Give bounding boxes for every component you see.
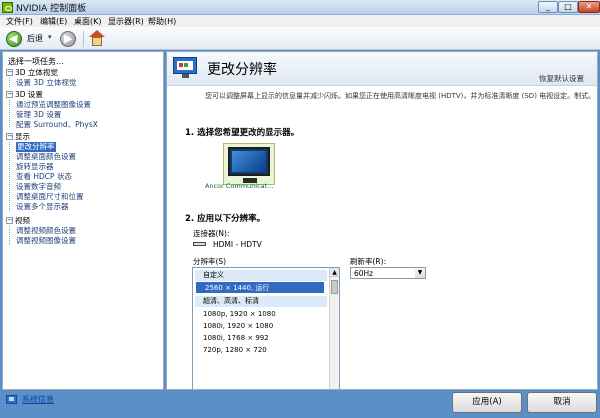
refresh-rate-value: 60Hz xyxy=(354,269,374,278)
tree-item-multiple-displays[interactable]: 设置多个显示器 xyxy=(16,202,69,212)
main-content: 更改分辨率 恢复默认设置 您可以调整屏幕上显示的信息量并减少闪烁。如果您正在使用… xyxy=(166,51,598,390)
menu-help[interactable]: 帮助(H) xyxy=(148,16,176,27)
tree-item-video-image[interactable]: 调整视频图像设置 xyxy=(16,236,76,246)
resolution-item[interactable]: 1080i, 1920 × 1080 xyxy=(203,321,273,331)
toolbar-separator xyxy=(83,31,84,47)
nvidia-logo-icon xyxy=(2,2,13,13)
monitor-name[interactable]: Ancor Communicat... xyxy=(205,182,273,190)
tree-item-change-resolution[interactable]: 更改分辨率 xyxy=(16,142,56,152)
home-icon xyxy=(89,30,105,37)
monitor-tile[interactable] xyxy=(223,143,275,185)
menu-bar: 文件(F) 编辑(E) 桌面(K) 显示器(R) 帮助(H) xyxy=(0,15,600,27)
connector-value: HDMI - HDTV xyxy=(213,240,262,249)
window-title: NVIDIA 控制面板 xyxy=(16,4,87,14)
tree-item-video-color[interactable]: 调整视频颜色设置 xyxy=(16,226,76,236)
home-button[interactable] xyxy=(89,30,105,47)
menu-desktop[interactable]: 桌面(K) xyxy=(74,16,102,27)
arrow-left-icon: ◀ xyxy=(9,32,18,45)
collapse-icon[interactable]: − xyxy=(6,69,13,76)
tree-item-hdcp-status[interactable]: 查看 HDCP 状态 xyxy=(16,172,72,182)
refresh-rate-label: 刷新率(R): xyxy=(350,257,387,266)
tree-item-setup-3d-stereo[interactable]: 设置 3D 立体视觉 xyxy=(16,78,76,88)
task-panel-header: 选择一项任务... xyxy=(8,57,64,66)
back-label[interactable]: 后退 xyxy=(27,33,43,44)
page-title: 更改分辨率 xyxy=(207,62,277,78)
back-button[interactable]: ◀ xyxy=(6,31,22,47)
connector-label: 连接器(N): xyxy=(193,229,230,238)
chevron-down-icon[interactable]: ▼ xyxy=(415,268,425,278)
menu-display[interactable]: 显示器(R) xyxy=(108,16,144,27)
arrow-right-icon: ▶ xyxy=(64,32,73,45)
tree-category-video[interactable]: − 视频 xyxy=(6,216,30,226)
resolution-item[interactable]: 720p, 1280 × 720 xyxy=(203,345,267,355)
resolution-item-selected[interactable]: 2560 × 1440, 运行 xyxy=(205,283,269,293)
toolbar: ◀ 后退 ▾ ▶ xyxy=(0,27,600,50)
scroll-up-icon[interactable]: ▲ xyxy=(330,268,339,277)
cancel-button[interactable]: 取消 xyxy=(527,392,597,413)
tree-item-manage-3d[interactable]: 管理 3D 设置 xyxy=(16,110,61,120)
monitor-icon xyxy=(228,147,270,176)
hdmi-icon xyxy=(193,242,206,246)
system-info-icon xyxy=(6,395,17,404)
tree-item-surround-physx[interactable]: 配置 Surround、PhysX xyxy=(16,120,98,130)
tree-item-rotate-display[interactable]: 旋转显示器 xyxy=(16,162,54,172)
resolution-item[interactable]: 1080i, 1768 × 992 xyxy=(203,333,269,343)
step-1-heading: 1. 选择您希望更改的显示器。 xyxy=(185,128,300,138)
step-2-heading: 2. 应用以下分辨率。 xyxy=(185,214,266,224)
resolution-label: 分辨率(S) xyxy=(193,257,227,266)
minimize-button[interactable]: _ xyxy=(538,1,558,13)
back-dropdown-icon[interactable]: ▾ xyxy=(48,33,52,41)
menu-file[interactable]: 文件(F) xyxy=(6,16,33,27)
resolution-group-custom: 自定义 xyxy=(203,271,224,279)
refresh-rate-select[interactable]: 60Hz ▼ xyxy=(350,267,426,279)
resolution-item[interactable]: 1080p, 1920 × 1080 xyxy=(203,309,276,319)
menu-edit[interactable]: 编辑(E) xyxy=(40,16,67,27)
display-resolution-icon xyxy=(173,57,199,79)
title-bar: NVIDIA 控制面板 _ □ ✕ xyxy=(0,0,600,15)
close-button[interactable]: ✕ xyxy=(578,1,600,13)
maximize-button[interactable]: □ xyxy=(558,1,578,13)
tree-category-3d-settings[interactable]: − 3D 设置 xyxy=(6,90,43,100)
tree-item-digital-audio[interactable]: 设置数字音频 xyxy=(16,182,61,192)
resolution-list[interactable]: 自定义 2560 × 1440, 运行 超清、高清、标清 1080p, 1920… xyxy=(192,267,340,389)
collapse-icon[interactable]: − xyxy=(6,91,13,98)
resolution-group-hd: 超清、高清、标清 xyxy=(203,297,259,305)
forward-button[interactable]: ▶ xyxy=(60,31,76,47)
bottom-bar: 应用(A) 取消 xyxy=(166,390,600,418)
apply-button[interactable]: 应用(A) xyxy=(452,392,522,413)
tree-item-desktop-size[interactable]: 调整桌面尺寸和位置 xyxy=(16,192,84,202)
collapse-icon[interactable]: − xyxy=(6,133,13,140)
resolution-scrollbar[interactable]: ▲ xyxy=(329,268,339,389)
collapse-icon[interactable]: − xyxy=(6,217,13,224)
tree-category-3d-stereo[interactable]: − 3D 立体视觉 xyxy=(6,68,58,78)
tree-category-display[interactable]: − 显示 xyxy=(6,132,30,142)
system-info-link[interactable]: 系统信息 xyxy=(22,394,54,405)
tree-item-image-preview[interactable]: 通过预览调整图像设置 xyxy=(16,100,91,110)
scrollbar-thumb[interactable] xyxy=(331,280,338,294)
page-banner: 更改分辨率 恢复默认设置 xyxy=(167,52,597,86)
task-panel: 选择一项任务... − 3D 立体视觉 设置 3D 立体视觉 − 3D 设置 通… xyxy=(2,51,164,390)
page-description: 您可以调整屏幕上显示的信息量并减少闪烁。如果您正在使用高清晰度电视 (HDTV)… xyxy=(205,92,596,100)
restore-defaults-link[interactable]: 恢复默认设置 xyxy=(539,73,584,84)
tree-item-desktop-color[interactable]: 调整桌面颜色设置 xyxy=(16,152,76,162)
